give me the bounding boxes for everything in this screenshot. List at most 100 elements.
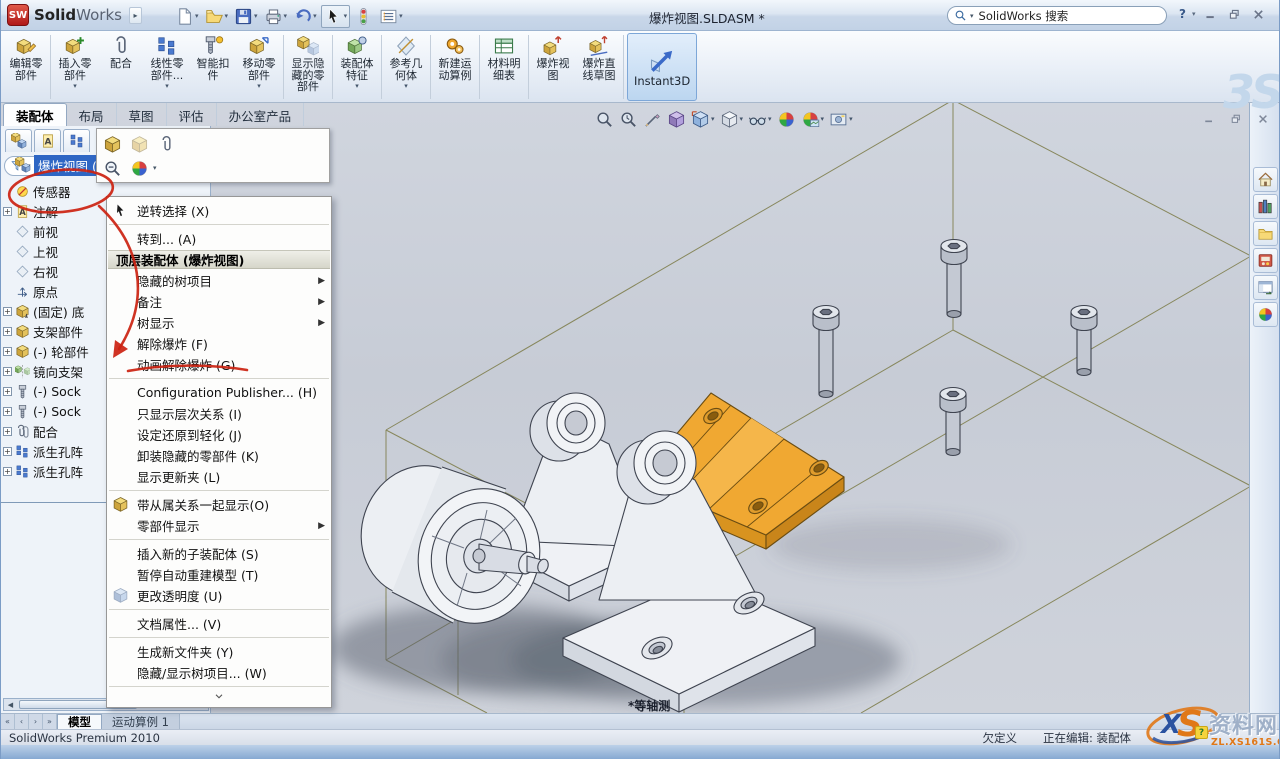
- ribbon-exploded-view-button[interactable]: 爆炸视 图: [530, 32, 576, 102]
- scroll-left-icon[interactable]: ◀: [4, 699, 17, 710]
- tab-1[interactable]: 布局: [67, 103, 117, 126]
- help-button[interactable]: ?: [1179, 7, 1186, 21]
- design-library-button[interactable]: [1253, 194, 1278, 219]
- tab-nav-0[interactable]: «: [1, 714, 15, 729]
- zoom-area-button[interactable]: [619, 110, 638, 129]
- search-input[interactable]: [977, 8, 1160, 24]
- expand-icon[interactable]: +: [3, 427, 12, 436]
- menu-item[interactable]: 文档属性... (V): [107, 613, 331, 634]
- expand-icon[interactable]: +: [3, 467, 12, 476]
- screw-part-front[interactable]: [940, 388, 966, 456]
- menu-item[interactable]: 生成新文件夹 (Y): [107, 641, 331, 662]
- display-style-button[interactable]: ▾: [720, 110, 744, 129]
- appearances-window-button[interactable]: [1253, 275, 1278, 300]
- ribbon-bom-table-button[interactable]: 材料明 细表: [481, 32, 527, 102]
- tab-property-manager[interactable]: A: [34, 129, 61, 152]
- tab-3[interactable]: 评估: [167, 103, 217, 126]
- menu-item[interactable]: 动画解除爆炸 (G): [107, 354, 331, 375]
- expand-icon[interactable]: +: [3, 207, 12, 216]
- component-button[interactable]: [103, 135, 122, 154]
- menu-item[interactable]: 设定还原到轻化 (J): [107, 424, 331, 445]
- doc-minimize-button[interactable]: [1199, 111, 1218, 126]
- file-explorer-button[interactable]: [1253, 221, 1278, 246]
- ribbon-insert-component-button[interactable]: 插入零 部件▾: [52, 32, 98, 102]
- menu-item[interactable]: 备注▶: [107, 291, 331, 312]
- search-box[interactable]: ▾: [947, 6, 1167, 25]
- ribbon-explode-line-sketch-button[interactable]: 爆炸直 线草图: [576, 32, 622, 102]
- ghost-component-button[interactable]: [130, 135, 149, 154]
- menu-item[interactable]: 树显示▶: [107, 312, 331, 333]
- menu-expand-arrow-icon[interactable]: ▸: [129, 7, 142, 24]
- tab-nav-2[interactable]: ›: [29, 714, 43, 729]
- expand-icon[interactable]: +: [3, 307, 12, 316]
- open-folder-button[interactable]: ▾: [203, 6, 231, 27]
- mate-clip-button[interactable]: [157, 135, 176, 154]
- ribbon-motion-study-button[interactable]: 新建运 动算例: [432, 32, 478, 102]
- menu-expand-button[interactable]: [107, 690, 331, 704]
- zoom-fit-button[interactable]: [595, 110, 614, 129]
- edit-appearance-button[interactable]: [777, 110, 796, 129]
- select-cursor-button[interactable]: ▾: [321, 5, 351, 28]
- expand-icon[interactable]: +: [3, 447, 12, 456]
- ribbon-reference-geometry-button[interactable]: 参考几 何体▾: [383, 32, 429, 102]
- menu-item[interactable]: 暂停自动重建模型 (T): [107, 564, 331, 585]
- ribbon-show-hidden-button[interactable]: 显示隐 藏的零 部件: [285, 32, 331, 102]
- expand-icon[interactable]: +: [3, 407, 12, 416]
- menu-item[interactable]: Configuration Publisher... (H): [107, 382, 331, 403]
- save-button[interactable]: ▾: [232, 6, 260, 27]
- ribbon-assembly-feature-button[interactable]: 装配体 特征▾: [334, 32, 380, 102]
- color-wheel-button[interactable]: [130, 159, 149, 178]
- section-view-button[interactable]: [643, 110, 662, 129]
- menu-item[interactable]: 解除爆炸 (F): [107, 333, 331, 354]
- tab-0[interactable]: 装配体: [3, 103, 67, 126]
- ribbon-mate-clip-button[interactable]: 配合: [98, 32, 144, 102]
- menu-item[interactable]: 隐藏/显示树项目... (W): [107, 662, 331, 683]
- expand-icon[interactable]: +: [3, 387, 12, 396]
- ribbon-move-component-button[interactable]: 移动零 部件▾: [236, 32, 282, 102]
- ribbon-edit-component-button[interactable]: 编辑零 部件: [3, 32, 49, 102]
- apply-scene-button[interactable]: ▾: [801, 110, 825, 129]
- tab-4[interactable]: 办公室产品: [217, 103, 305, 126]
- print-button[interactable]: ▾: [262, 6, 290, 27]
- view-palette-button[interactable]: [1253, 248, 1278, 273]
- ribbon-linear-pattern-button[interactable]: 线性零 部件...▾: [144, 32, 190, 102]
- hide-show-items-button[interactable]: ▾: [748, 110, 772, 129]
- color-wheel-button[interactable]: [1253, 302, 1278, 327]
- menu-item[interactable]: 更改透明度 (U): [107, 585, 331, 606]
- menu-item[interactable]: 只显示层次关系 (I): [107, 403, 331, 424]
- menu-item[interactable]: 带从属关系一起显示(O): [107, 494, 331, 515]
- expand-icon[interactable]: +: [3, 347, 12, 356]
- search-dropdown-icon[interactable]: ▾: [970, 12, 974, 20]
- ribbon-instant3d-button[interactable]: Instant3D: [627, 33, 697, 101]
- screw-part-left[interactable]: [813, 306, 839, 398]
- screw-part-top[interactable]: [941, 240, 967, 318]
- help-dropdown-icon[interactable]: ▾: [1192, 10, 1196, 18]
- menu-item[interactable]: 零部件显示▶: [107, 515, 331, 536]
- minimize-button[interactable]: [1201, 6, 1219, 22]
- expand-icon[interactable]: +: [3, 327, 12, 336]
- model-tab-0[interactable]: 模型: [57, 714, 102, 729]
- close-button[interactable]: [1249, 6, 1267, 22]
- tab-nav-1[interactable]: ‹: [15, 714, 29, 729]
- tab-configuration-manager[interactable]: [63, 129, 90, 152]
- view-box-button[interactable]: [667, 110, 686, 129]
- menu-item[interactable]: 卸装隐藏的零部件 (K): [107, 445, 331, 466]
- menu-item[interactable]: 隐藏的树项目▶: [107, 270, 331, 291]
- ribbon-smart-fastener-button[interactable]: 智能扣 件: [190, 32, 236, 102]
- home-button[interactable]: [1253, 167, 1278, 192]
- zoom-selection-button[interactable]: [103, 159, 122, 178]
- view-orientation-button[interactable]: ▾: [691, 110, 715, 129]
- screw-part-right[interactable]: [1071, 306, 1097, 376]
- options-list-button[interactable]: ▾: [377, 6, 405, 27]
- tab-2[interactable]: 草图: [117, 103, 167, 126]
- selection-filter-button[interactable]: [352, 6, 375, 27]
- menu-item[interactable]: 插入新的子装配体 (S): [107, 543, 331, 564]
- model-tab-1[interactable]: 运动算例 1: [102, 714, 180, 729]
- tab-nav-3[interactable]: »: [43, 714, 57, 729]
- expand-icon[interactable]: +: [3, 367, 12, 376]
- view-settings-button[interactable]: ▾: [829, 110, 853, 129]
- menu-item[interactable]: 显示更新夹 (L): [107, 466, 331, 487]
- new-document-button[interactable]: ▾: [173, 6, 201, 27]
- tab-feature-tree[interactable]: [5, 129, 32, 152]
- menu-item[interactable]: 逆转选择 (X): [107, 200, 331, 221]
